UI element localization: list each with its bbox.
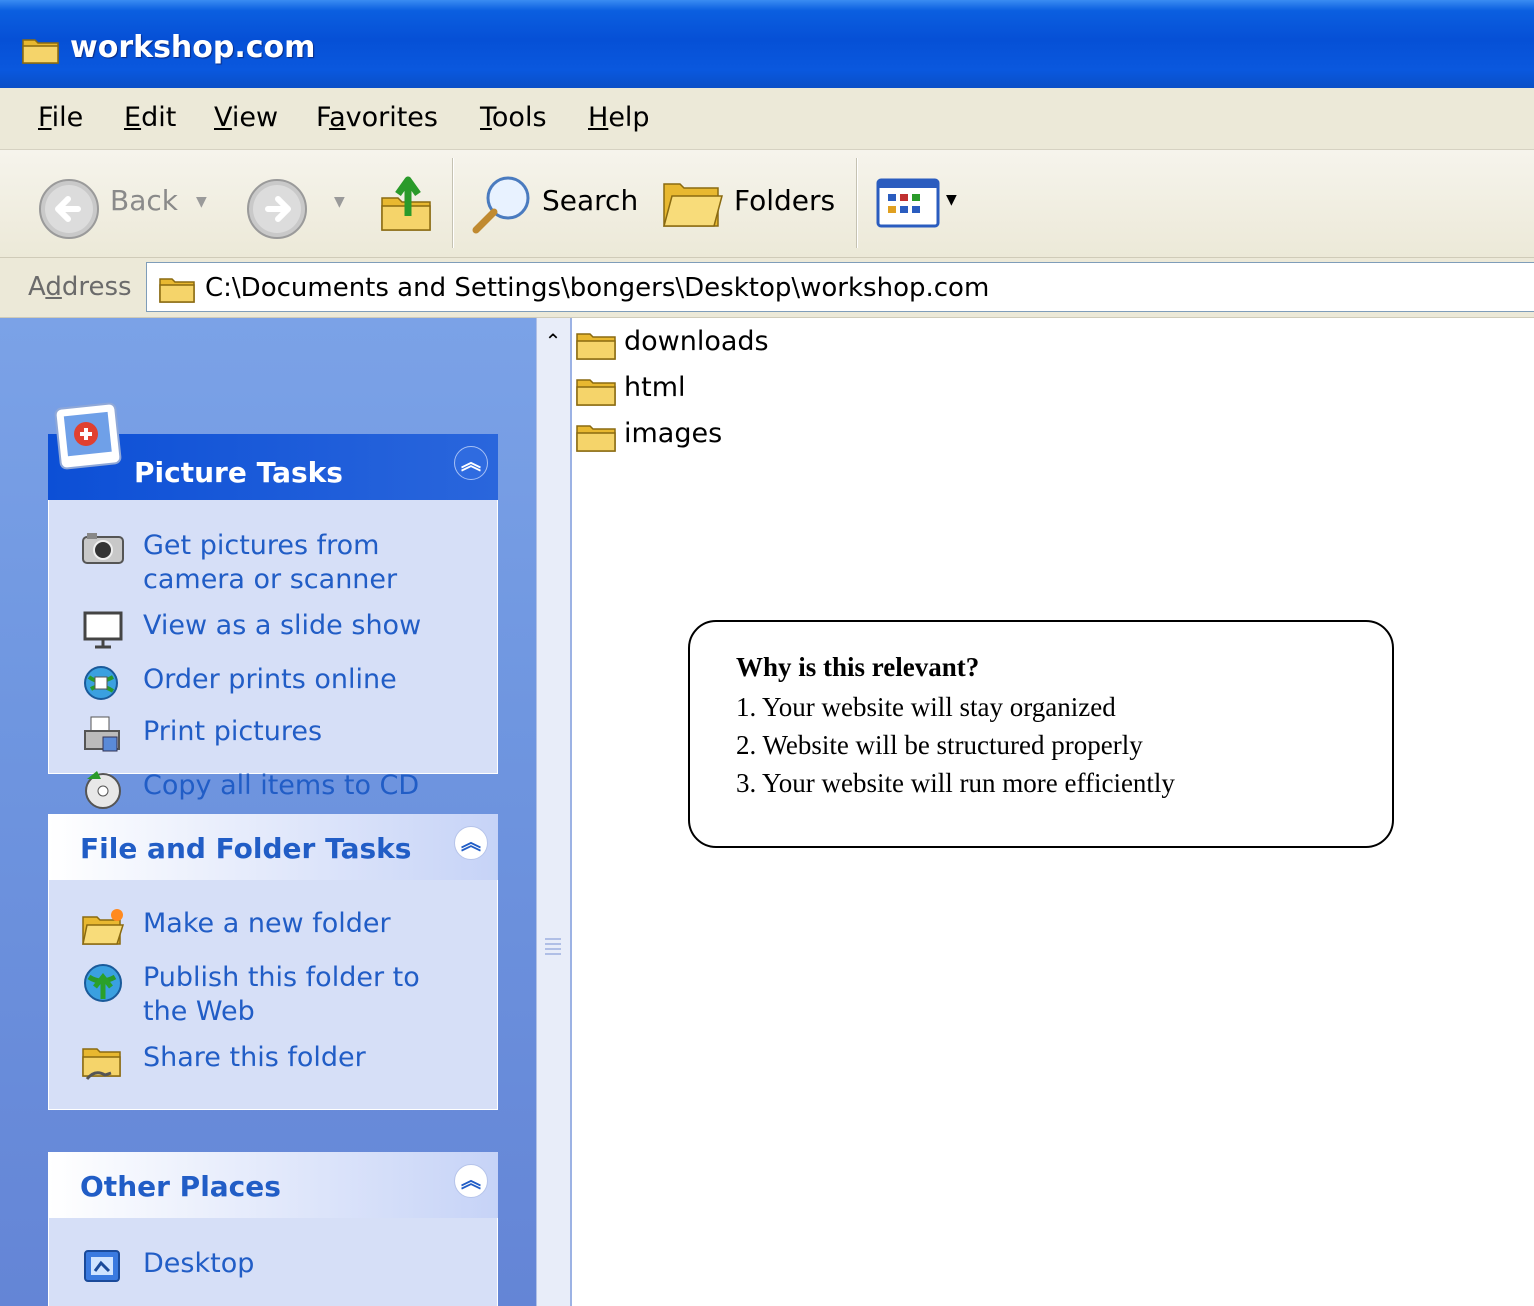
folder-icon xyxy=(159,278,195,303)
forward-arrow-icon[interactable] xyxy=(246,178,308,240)
scroll-up-arrow-icon[interactable]: ⌃ xyxy=(538,326,568,356)
desktop-icon xyxy=(84,1250,120,1282)
forward-dropdown-arrow[interactable]: ▼ xyxy=(334,194,345,210)
other-places-panel: Other Places ︽ Desktop xyxy=(48,1152,498,1306)
folder-icon xyxy=(576,425,616,452)
task-label: Copy all items to CD xyxy=(143,770,420,801)
task-label: Make a new folder xyxy=(143,908,391,939)
task-label: Get pictures from camera or scanner xyxy=(143,530,398,595)
projector-icon xyxy=(83,611,123,649)
callout-box: Why is this relevant? 1. Your website wi… xyxy=(688,620,1394,848)
task-pane: Picture Tasks ︽ Get pictures from camera… xyxy=(0,318,536,1306)
other-places-header[interactable]: Other Places ︽ xyxy=(48,1152,498,1218)
new-folder-icon xyxy=(82,909,125,945)
toolbar-separator xyxy=(856,158,858,248)
callout-title: Why is this relevant? xyxy=(736,652,980,682)
printer-icon xyxy=(84,716,120,752)
collapse-chevron-icon[interactable]: ︽ xyxy=(454,446,488,480)
globe-print-icon xyxy=(84,666,118,700)
toolbar: Back ▼ ▼ Search Folders ▼ xyxy=(0,150,1534,258)
picture-tasks-panel: Picture Tasks ︽ Get pictures from camera… xyxy=(48,402,498,809)
callout-line: 3. Your website will run more efficientl… xyxy=(736,768,1175,798)
collapse-chevron-icon[interactable]: ︽ xyxy=(454,1164,488,1198)
search-button-label[interactable]: Search xyxy=(542,184,638,218)
file-folder-tasks-title: File and Folder Tasks xyxy=(80,832,412,865)
address-path: C:\Documents and Settings\bongers\Deskto… xyxy=(205,273,990,303)
address-bar: Address C:\Documents and Settings\bonger… xyxy=(0,258,1534,318)
address-input[interactable]: C:\Documents and Settings\bongers\Deskto… xyxy=(146,262,1534,312)
place-label: Desktop xyxy=(143,1248,255,1279)
menu-help[interactable]: Help xyxy=(588,102,650,134)
menu-file[interactable]: File xyxy=(38,102,83,134)
other-places-title: Other Places xyxy=(80,1170,281,1203)
callout-line: 2. Website will be structured properly xyxy=(736,730,1143,760)
menu-tools[interactable]: Tools xyxy=(480,102,547,134)
folder-name: html xyxy=(624,372,686,403)
camera-icon xyxy=(82,533,124,564)
collapse-chevron-icon[interactable]: ︽ xyxy=(454,826,488,860)
cd-icon xyxy=(85,771,121,809)
pane-scrollbar[interactable]: ⌃ xyxy=(536,318,572,1306)
picture-tasks-icon xyxy=(54,402,122,470)
task-label: Publish this folder to the Web xyxy=(143,962,420,1027)
toolbar-separator xyxy=(452,158,454,248)
callout-line: 1. Your website will stay organized xyxy=(736,692,1116,722)
task-label: Order prints online xyxy=(143,664,397,695)
back-arrow-icon[interactable] xyxy=(38,178,100,240)
window-title: workshop.com xyxy=(70,30,316,65)
folder-icon xyxy=(576,333,616,360)
task-label: Share this folder xyxy=(143,1042,366,1073)
menu-view[interactable]: View xyxy=(214,102,278,134)
menu-edit[interactable]: Edit xyxy=(124,102,176,134)
menu-bar: File Edit View Favorites Tools Help xyxy=(0,88,1534,150)
menu-favorites[interactable]: Favorites xyxy=(316,102,438,134)
scrollbar-grip[interactable] xyxy=(545,938,561,958)
search-icon[interactable] xyxy=(470,174,534,236)
share-folder-icon xyxy=(82,1048,121,1080)
folders-button-label[interactable]: Folders xyxy=(734,184,835,218)
title-bar[interactable]: workshop.com xyxy=(0,0,1534,88)
picture-tasks-title: Picture Tasks xyxy=(134,456,343,489)
address-label: Address xyxy=(28,272,132,302)
back-button-label[interactable]: Back xyxy=(110,184,178,218)
picture-tasks-header[interactable]: Picture Tasks ︽ xyxy=(48,402,498,500)
back-dropdown-arrow[interactable]: ▼ xyxy=(196,194,207,210)
folder-name: downloads xyxy=(624,326,769,357)
up-folder-icon[interactable] xyxy=(378,170,436,234)
file-folder-tasks-panel: File and Folder Tasks ︽ Make a new folde… xyxy=(48,814,498,1110)
folder-icon xyxy=(22,39,59,64)
folder-name: images xyxy=(624,418,723,449)
folders-icon[interactable] xyxy=(662,174,724,232)
publish-web-icon xyxy=(84,964,122,1002)
views-dropdown-arrow[interactable]: ▼ xyxy=(946,192,957,208)
views-icon[interactable] xyxy=(876,178,940,228)
file-folder-tasks-header[interactable]: File and Folder Tasks ︽ xyxy=(48,814,498,880)
task-label: View as a slide show xyxy=(143,610,422,641)
folder-icon xyxy=(576,379,616,406)
task-label: Print pictures xyxy=(143,716,323,747)
